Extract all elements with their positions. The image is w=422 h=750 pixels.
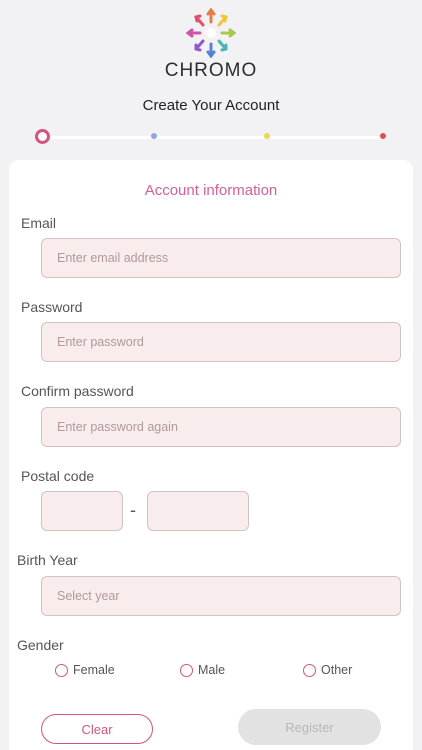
radio-unchecked-icon[interactable]: [55, 663, 68, 677]
email-label: Email: [21, 215, 57, 231]
step-1-indicator: [35, 129, 50, 144]
step-3-indicator: [264, 133, 270, 139]
confirm-password-field[interactable]: Enter password again: [41, 407, 401, 447]
password-placeholder: Enter password: [57, 335, 144, 349]
step-2-indicator: [151, 133, 157, 139]
register-button[interactable]: Register: [238, 709, 381, 745]
progress-stepper: [34, 128, 390, 146]
birth-year-label: Birth Year: [17, 552, 78, 568]
confirm-password-placeholder: Enter password again: [57, 420, 178, 434]
section-title: Account information: [144, 182, 278, 199]
postal-code-label: Postal code: [21, 468, 95, 484]
step-4-indicator: [380, 133, 386, 139]
gender-option-female[interactable]: Female: [55, 663, 115, 677]
email-field[interactable]: Enter email address: [41, 238, 401, 278]
birth-year-select[interactable]: Select year: [41, 576, 401, 616]
birth-year-placeholder: Select year: [57, 589, 120, 603]
account-form-card: Account information Email Enter email ad…: [9, 160, 413, 750]
postal-code-first-field[interactable]: [41, 491, 123, 531]
email-placeholder: Enter email address: [57, 251, 169, 265]
chromo-logo-icon: [186, 8, 236, 58]
create-account-screen: CHROMO Create Your Account Account infor…: [0, 0, 422, 750]
gender-option-male[interactable]: Male: [180, 663, 225, 677]
gender-label: Gender: [17, 637, 64, 653]
gender-option-label: Other: [321, 663, 353, 677]
password-field[interactable]: Enter password: [41, 322, 401, 362]
brand-name: CHROMO: [164, 60, 258, 81]
gender-option-label: Female: [73, 663, 115, 677]
radio-unchecked-icon[interactable]: [303, 663, 316, 677]
clear-button[interactable]: Clear: [41, 714, 153, 744]
stepper-track: [46, 136, 386, 139]
page-title: Create Your Account: [142, 97, 280, 114]
gender-option-other[interactable]: Other: [303, 663, 352, 677]
postal-code-second-field[interactable]: [147, 491, 249, 531]
confirm-password-label: Confirm password: [21, 383, 134, 399]
radio-unchecked-icon[interactable]: [180, 663, 193, 677]
password-label: Password: [21, 299, 83, 315]
gender-option-label: Male: [198, 663, 226, 677]
postal-code-separator: -: [130, 500, 136, 520]
